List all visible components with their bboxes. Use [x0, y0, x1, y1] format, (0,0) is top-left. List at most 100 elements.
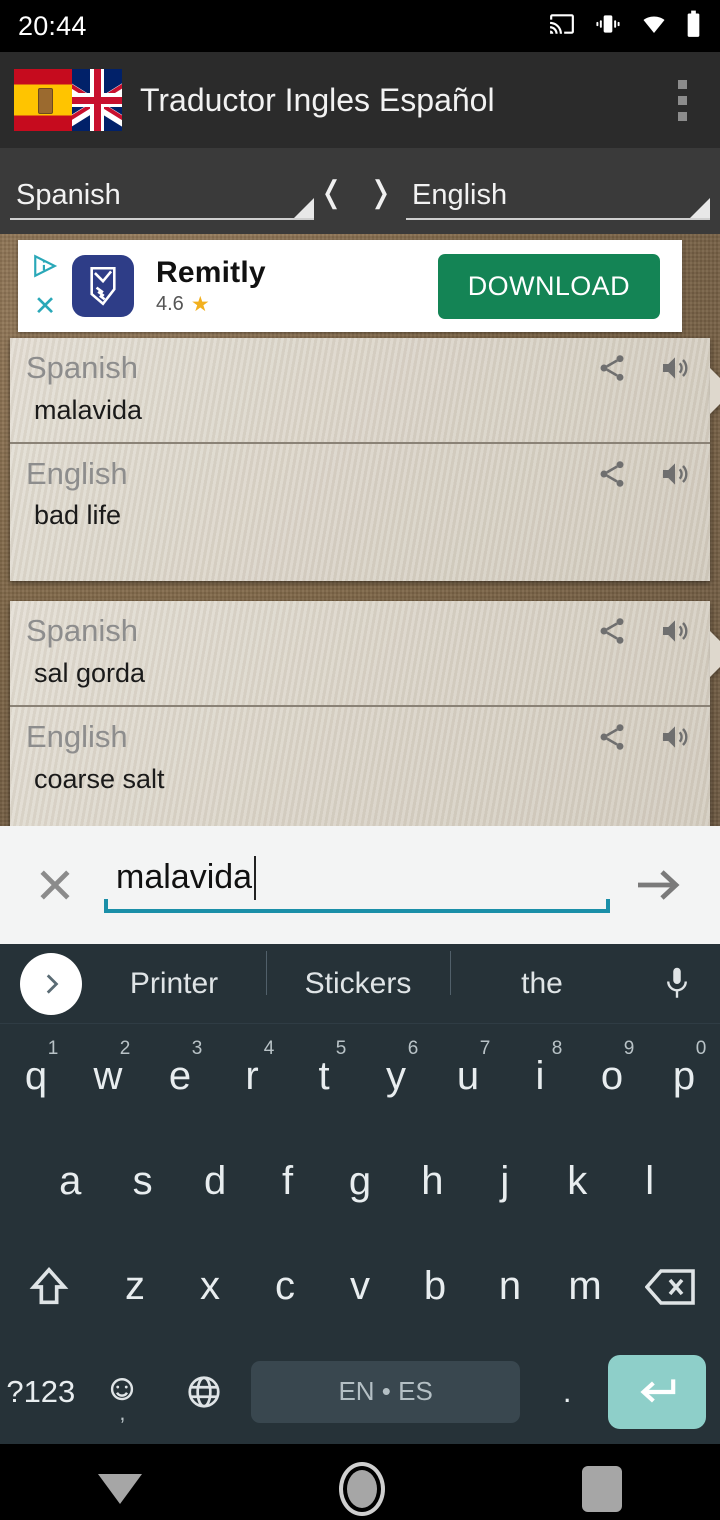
key-o[interactable]: 9 o — [576, 1024, 648, 1129]
ad-close-icon[interactable]: ✕ — [34, 292, 57, 320]
ad-download-button[interactable]: DOWNLOAD — [437, 253, 660, 319]
key-k[interactable]: k — [541, 1129, 613, 1234]
key-a[interactable]: a — [34, 1129, 106, 1234]
soft-keyboard: Printer Stickers the 1 q 2 w 3 e 4 r 5 t… — [0, 944, 720, 1444]
system-nav-bar — [0, 1444, 720, 1520]
share-icon[interactable] — [596, 458, 628, 495]
submit-translate-button[interactable] — [620, 865, 696, 905]
share-icon[interactable] — [596, 721, 628, 758]
key-sup: 8 — [551, 1038, 563, 1059]
key-z[interactable]: z — [98, 1234, 173, 1339]
row-actions — [596, 615, 692, 652]
period-key[interactable]: . — [526, 1339, 608, 1444]
spinner-underline — [10, 218, 314, 220]
key-m[interactable]: m — [548, 1234, 623, 1339]
result-card[interactable]: Spanish malavida English bad life — [10, 338, 710, 582]
swap-languages-button[interactable]: ❬ ❭ — [314, 175, 406, 220]
target-language-spinner[interactable]: English — [406, 179, 710, 220]
key-sup: 5 — [335, 1038, 347, 1059]
clear-input-button[interactable] — [24, 863, 86, 907]
overflow-menu-icon[interactable] — [666, 79, 706, 121]
source-language-spinner[interactable]: Spanish — [10, 179, 314, 220]
key-sup: 0 — [695, 1038, 707, 1059]
star-icon: ★ — [190, 292, 210, 316]
key-label: y — [386, 1054, 406, 1098]
speaker-icon[interactable] — [658, 721, 692, 758]
suggestion-strip: Printer Stickers the — [0, 944, 720, 1024]
speaker-icon[interactable] — [658, 615, 692, 652]
ad-banner[interactable]: ✕ Remitly 4.6 ★ DOWNLOAD — [18, 240, 682, 332]
status-bar: 20:44 — [0, 0, 720, 52]
adchoices-icon[interactable] — [32, 253, 58, 284]
key-q[interactable]: 1 q — [0, 1024, 72, 1129]
row-actions — [596, 458, 692, 495]
speaker-icon[interactable] — [658, 458, 692, 495]
content-area: ✕ Remitly 4.6 ★ DOWNLOAD Spanish malavid… — [0, 234, 720, 826]
backspace-icon[interactable] — [623, 1234, 720, 1339]
result-text: malavida — [34, 394, 143, 425]
space-key[interactable]: EN • ES — [250, 1360, 521, 1423]
home-icon[interactable] — [338, 1462, 385, 1516]
back-icon[interactable] — [98, 1474, 143, 1504]
key-d[interactable]: d — [179, 1129, 251, 1234]
key-i[interactable]: 8 i — [504, 1024, 576, 1129]
shift-icon[interactable] — [0, 1234, 98, 1339]
search-input[interactable]: malavida — [104, 855, 610, 913]
suggestion-item[interactable]: Stickers — [266, 950, 450, 1001]
app-bar: Traductor Ingles Español — [0, 52, 720, 148]
ad-badges: ✕ — [18, 253, 72, 320]
key-label: o — [600, 1054, 624, 1098]
enter-icon[interactable] — [608, 1354, 706, 1429]
key-label: e — [168, 1054, 192, 1098]
page-title: Traductor Ingles Español — [140, 81, 495, 118]
key-label: u — [456, 1054, 480, 1098]
keyboard-row-3: z x c v b n m — [0, 1234, 720, 1339]
ad-rating-value: 4.6 — [156, 292, 184, 315]
key-r[interactable]: 4 r — [216, 1024, 288, 1129]
key-h[interactable]: h — [396, 1129, 468, 1234]
key-c[interactable]: c — [248, 1234, 323, 1339]
key-p[interactable]: 0 p — [648, 1024, 720, 1129]
symbols-key[interactable]: ?123 — [0, 1339, 82, 1444]
suggestion-item[interactable]: Printer — [82, 967, 266, 1001]
ad-app-icon — [72, 255, 134, 317]
wifi-icon — [639, 12, 669, 41]
key-e[interactable]: 3 e — [144, 1024, 216, 1129]
mic-icon[interactable] — [634, 965, 720, 1003]
key-j[interactable]: j — [469, 1129, 541, 1234]
key-sup: 4 — [263, 1038, 275, 1059]
key-y[interactable]: 6 y — [360, 1024, 432, 1129]
key-n[interactable]: n — [473, 1234, 548, 1339]
key-x[interactable]: x — [173, 1234, 248, 1339]
share-icon[interactable] — [596, 615, 628, 652]
chevron-down-icon — [294, 198, 314, 218]
globe-icon[interactable] — [163, 1339, 245, 1444]
key-l[interactable]: l — [614, 1129, 686, 1234]
recents-icon[interactable] — [581, 1466, 622, 1512]
key-g[interactable]: g — [324, 1129, 396, 1234]
results-list: Spanish malavida English bad life Spanis… — [0, 338, 720, 826]
key-s[interactable]: s — [106, 1129, 178, 1234]
speaker-icon[interactable] — [658, 352, 692, 389]
key-u[interactable]: 7 u — [432, 1024, 504, 1129]
result-text: coarse salt — [34, 763, 165, 794]
key-f[interactable]: f — [251, 1129, 323, 1234]
ad-app-name: Remitly — [156, 255, 266, 289]
key-label: r — [245, 1054, 259, 1098]
result-row-source: Spanish malavida — [10, 338, 710, 442]
language-bar: Spanish ❬ ❭ English — [0, 148, 720, 234]
result-row-target: English coarse salt — [10, 704, 710, 811]
keyboard-row-2: a s d f g h j k l — [0, 1129, 720, 1234]
result-card[interactable]: Spanish sal gorda English coarse salt — [10, 601, 710, 826]
key-label: w — [93, 1054, 123, 1098]
key-w[interactable]: 2 w — [72, 1024, 144, 1129]
key-t[interactable]: 5 t — [288, 1024, 360, 1129]
emoji-icon[interactable]: , — [82, 1339, 164, 1444]
expand-suggestions-button[interactable] — [20, 952, 82, 1015]
cast-icon — [547, 11, 577, 42]
suggestion-item[interactable]: the — [450, 950, 634, 1001]
spain-uk-flag-icon — [14, 69, 122, 131]
share-icon[interactable] — [596, 352, 628, 389]
key-b[interactable]: b — [398, 1234, 473, 1339]
key-v[interactable]: v — [323, 1234, 398, 1339]
